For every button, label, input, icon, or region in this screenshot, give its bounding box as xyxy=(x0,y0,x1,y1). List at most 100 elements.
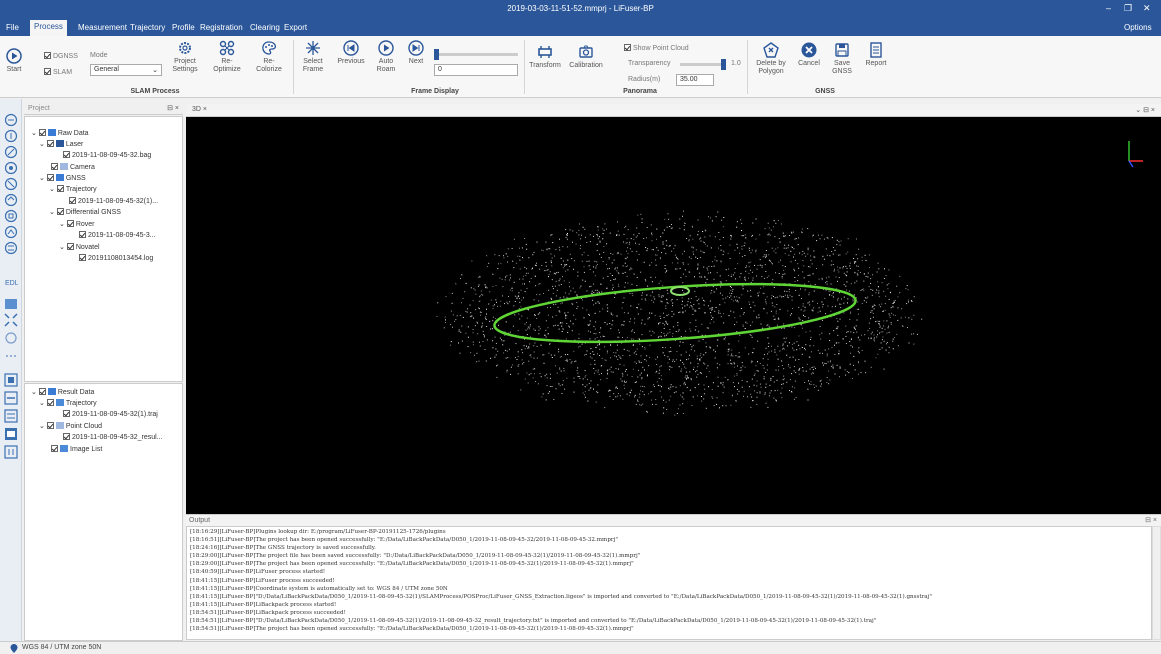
auto-roam-button[interactable]: Auto Roam xyxy=(373,40,399,74)
point xyxy=(888,313,890,315)
tab-profile[interactable]: Profile xyxy=(168,21,199,34)
tab-file[interactable]: File xyxy=(2,21,23,34)
slam-checkbox[interactable]: SLAM xyxy=(44,68,72,76)
tree-item-raw-data[interactable]: ⌄ Raw Data xyxy=(31,129,89,137)
view-top-icon[interactable] xyxy=(4,445,18,459)
tree-item-novatel-log[interactable]: 20191108013454.log xyxy=(79,254,153,262)
point xyxy=(562,246,564,248)
transparency-slider-handle[interactable] xyxy=(721,59,726,70)
restore-button[interactable]: ❐ xyxy=(1124,3,1132,14)
point xyxy=(809,383,810,385)
output-log[interactable]: [18:16:29][LiFuser-BP]Plugins lookup dir… xyxy=(186,526,1152,640)
calibration-button[interactable]: Calibration xyxy=(566,44,606,70)
previous-button[interactable]: Previous xyxy=(334,40,368,66)
point-cloud-canvas[interactable] xyxy=(186,117,1161,514)
report-button[interactable]: Report xyxy=(862,42,890,68)
measure-icon[interactable] xyxy=(4,209,18,223)
point xyxy=(610,313,612,315)
point xyxy=(849,340,851,342)
point xyxy=(775,252,777,254)
output-scrollbar[interactable] xyxy=(1152,526,1161,640)
point xyxy=(768,227,770,229)
tree-item-image-list[interactable]: Image List xyxy=(51,445,102,453)
recolorize-button[interactable]: Re- Colorize xyxy=(252,40,286,74)
mode-select[interactable]: General ⌄ xyxy=(90,64,162,76)
measure-icon[interactable] xyxy=(4,145,18,159)
tab-process[interactable]: Process xyxy=(30,20,67,36)
layers-icon[interactable] xyxy=(4,297,18,311)
frame-slider-handle[interactable] xyxy=(434,49,439,60)
close-button[interactable]: ✕ xyxy=(1143,3,1151,14)
tab-3d[interactable]: 3D × xyxy=(192,106,207,113)
show-point-cloud-checkbox[interactable]: Show Point Cloud xyxy=(624,44,689,52)
point xyxy=(510,331,512,333)
navigate-icon[interactable] xyxy=(4,331,18,345)
dots-icon[interactable] xyxy=(4,349,18,363)
point xyxy=(612,371,614,373)
point xyxy=(529,355,531,356)
transparency-slider[interactable] xyxy=(680,59,726,70)
trajectory-icon xyxy=(55,399,64,406)
frame-number-input[interactable]: 0 xyxy=(434,64,518,76)
dgnss-checkbox[interactable]: DGNSS xyxy=(44,52,78,60)
tree-item-result-data[interactable]: ⌄ Result Data xyxy=(31,388,94,396)
edit-icon[interactable]: EDL xyxy=(4,275,18,289)
delete-by-polygon-button[interactable]: Delete by Polygon xyxy=(751,42,791,76)
save-gnss-button[interactable]: Save GNSS xyxy=(828,42,856,76)
tree-item-camera[interactable]: Camera xyxy=(51,163,95,171)
measure-icon[interactable] xyxy=(4,177,18,191)
reoptimize-button[interactable]: Re- Optimize xyxy=(210,40,244,74)
tree-item-rover-file[interactable]: 2019-11-08-09-45-3... xyxy=(79,231,156,239)
minimize-button[interactable]: – xyxy=(1106,3,1111,13)
tab-export[interactable]: Export xyxy=(280,21,311,34)
point xyxy=(481,326,483,328)
fit-view-icon[interactable] xyxy=(4,313,18,327)
view-window-controls[interactable]: ⌄ ⊟ × xyxy=(1135,106,1155,114)
tab-registration[interactable]: Registration xyxy=(196,21,247,34)
tab-measurement[interactable]: Measurement xyxy=(74,21,131,34)
tree-item-rover[interactable]: ⌄ Rover xyxy=(59,220,95,228)
view-right-icon[interactable] xyxy=(4,427,18,441)
tab-trajectory[interactable]: Trajectory xyxy=(126,21,169,34)
tree-item-result-trajectory[interactable]: ⌄ Trajectory xyxy=(39,399,97,407)
view-front-icon[interactable] xyxy=(4,373,18,387)
point-cloud-viewport[interactable] xyxy=(186,117,1161,514)
tree-item-trajectory-file[interactable]: 2019-11-08-09-45-32(1)... xyxy=(69,197,158,205)
select-frame-button[interactable]: Select Frame xyxy=(298,40,328,74)
measure-icon[interactable] xyxy=(4,129,18,143)
tree-item-novatel[interactable]: ⌄ Novatel xyxy=(59,243,100,251)
cancel-button[interactable]: Cancel xyxy=(795,42,823,68)
tree-item-differential-gnss[interactable]: ⌄ Differential GNSS xyxy=(49,208,121,216)
measure-icon[interactable] xyxy=(4,193,18,207)
tab-clearing[interactable]: Clearing xyxy=(246,21,284,34)
frame-slider[interactable] xyxy=(434,49,518,60)
options-menu[interactable]: Options xyxy=(1120,21,1156,34)
view-left-icon[interactable] xyxy=(4,409,18,423)
point xyxy=(551,265,553,267)
point xyxy=(514,314,516,316)
view-back-icon[interactable] xyxy=(4,391,18,405)
output-window-controls[interactable]: ⊟ × xyxy=(1145,516,1157,524)
project-settings-button[interactable]: Project Settings xyxy=(168,40,202,74)
start-button[interactable]: Start xyxy=(4,48,24,74)
point xyxy=(580,285,582,287)
tree-item-traj-file[interactable]: 2019-11-08-09-45-32(1).traj xyxy=(63,410,158,418)
point xyxy=(644,369,645,371)
radius-input[interactable]: 35.00 xyxy=(676,74,714,86)
tree-item-laser[interactable]: ⌄ Laser xyxy=(39,140,83,148)
measure-icon[interactable] xyxy=(4,113,18,127)
measure-icon[interactable] xyxy=(4,241,18,255)
tree-item-gnss[interactable]: ⌄ GNSS xyxy=(39,174,86,182)
tree-item-point-cloud[interactable]: ⌄ Point Cloud xyxy=(39,422,102,430)
pin-icon[interactable]: ⊟ × xyxy=(167,104,179,112)
next-button[interactable]: Next xyxy=(404,40,428,66)
point xyxy=(573,314,575,316)
measure-icon[interactable] xyxy=(4,161,18,175)
measure-icon[interactable] xyxy=(4,225,18,239)
tree-item-bag-file[interactable]: 2019-11-08-09-45-32.bag xyxy=(63,151,151,159)
tree-item-result-file[interactable]: 2019-11-08-09-45-32_resul... xyxy=(63,433,163,441)
transform-button[interactable]: Transform xyxy=(528,44,562,70)
point xyxy=(844,369,846,371)
point xyxy=(703,304,705,306)
tree-item-trajectory[interactable]: ⌄ Trajectory xyxy=(49,185,97,193)
